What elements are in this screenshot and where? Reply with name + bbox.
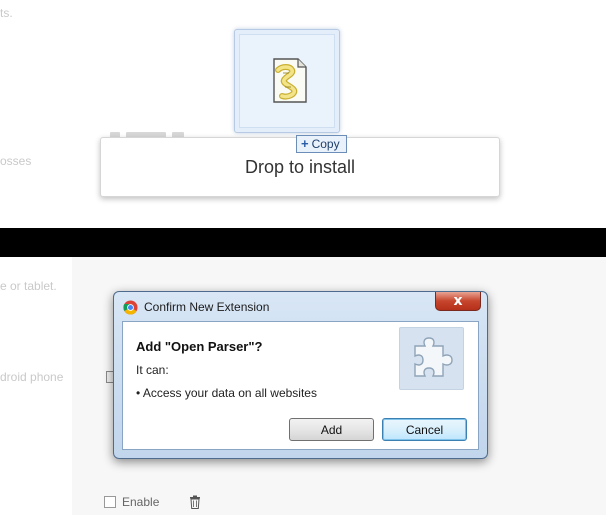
confirm-extension-dialog: Confirm New Extension x Add "Open Parser… [113,291,488,459]
dialog-titlebar[interactable]: Confirm New Extension x [114,292,487,320]
background-text: e or tablet. [0,279,57,293]
add-button[interactable]: Add [289,418,374,441]
extension-icon-tile [399,327,464,390]
puzzle-piece-icon [414,337,453,377]
trash-icon[interactable] [189,495,201,509]
permission-item: • Access your data on all websites [136,386,317,400]
dialog-heading: Add "Open Parser"? [136,339,263,354]
background-text: droid phone [0,370,64,384]
copy-label: Copy [311,137,340,151]
drag-install-panel: ts. osses + Copy Drop to install [0,0,606,228]
background-text: ts. [0,6,13,20]
copy-cursor-badge: + Copy [296,135,347,153]
add-button-label: Add [320,422,343,437]
close-button[interactable]: x [435,292,481,311]
background-text: osses [0,154,32,168]
dragged-file-tile[interactable] [234,29,340,133]
dialog-content: Add "Open Parser"? It can: • Access your… [122,321,479,450]
dialog-title: Confirm New Extension [144,300,270,314]
separator-band [0,228,606,257]
cancel-button-label: Cancel [405,422,444,437]
chrome-icon [123,300,138,315]
script-file-icon [273,58,307,103]
close-icon: x [453,293,463,309]
plus-icon: + [301,136,309,151]
cancel-button[interactable]: Cancel [382,418,467,441]
enable-label: Enable [122,495,160,509]
enable-checkbox[interactable] [104,496,116,508]
enable-row: Enable [104,495,201,509]
permissions-intro: It can: [136,363,169,377]
screenshot: ts. osses + Copy Drop to install e or ta… [0,0,606,515]
drop-label: Drop to install [244,156,356,177]
